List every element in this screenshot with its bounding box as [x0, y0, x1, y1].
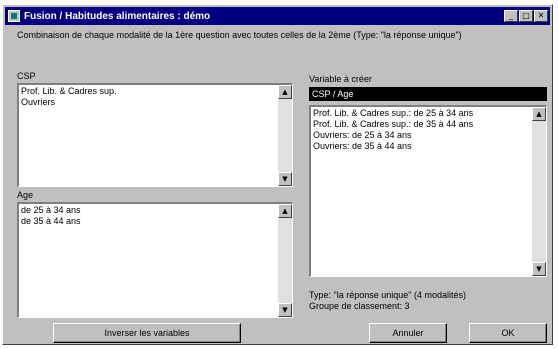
window-title: Fusion / Habitudes alimentaires : démo [24, 10, 211, 22]
scroll-up-icon[interactable]: ▲ [532, 107, 546, 121]
age-listbox[interactable]: de 25 à 34 ans de 35 à 44 ans ▲ ▼ [17, 202, 293, 318]
age-items: de 25 à 34 ans de 35 à 44 ans [21, 205, 276, 227]
cancel-button[interactable]: Annuler [369, 323, 447, 343]
list-item[interactable]: Ouvriers: de 35 à 44 ans [313, 141, 530, 152]
age-scrollbar[interactable]: ▲ ▼ [278, 204, 292, 317]
app-icon [8, 10, 20, 22]
list-item[interactable]: Prof. Lib. & Cadres sup.: de 35 à 44 ans [313, 119, 530, 130]
csp-scrollbar[interactable]: ▲ ▼ [278, 85, 292, 186]
instruction-text: Combinaison de chaque modalité de la 1èr… [17, 30, 462, 40]
age-label: Age [17, 190, 34, 200]
result-items: Prof. Lib. & Cadres sup.: de 25 à 34 ans… [313, 108, 530, 152]
scroll-down-icon[interactable]: ▼ [532, 262, 546, 276]
list-item[interactable]: Ouvriers: de 25 à 34 ans [313, 130, 530, 141]
variable-name-field[interactable]: CSP / Age [309, 87, 547, 101]
scroll-up-icon[interactable]: ▲ [278, 204, 292, 218]
result-label: Variable à créer [309, 74, 372, 84]
list-item[interactable]: Ouvriers [21, 97, 276, 108]
invert-variables-button[interactable]: Inverser les variables [53, 323, 241, 343]
list-item[interactable]: Prof. Lib. & Cadres sup.: de 25 à 34 ans [313, 108, 530, 119]
scroll-up-icon[interactable]: ▲ [278, 85, 292, 99]
type-info: Type: "la réponse unique" (4 modalités) [309, 290, 466, 300]
variable-info: Type: "la réponse unique" (4 modalités) … [309, 290, 466, 312]
scroll-down-icon[interactable]: ▼ [278, 303, 292, 317]
result-listbox[interactable]: Prof. Lib. & Cadres sup.: de 25 à 34 ans… [309, 105, 547, 277]
close-button[interactable]: ✕ [534, 10, 548, 22]
csp-listbox[interactable]: Prof. Lib. & Cadres sup. Ouvriers ▲ ▼ [17, 83, 293, 187]
window-controls: _ □ ✕ [504, 10, 548, 22]
csp-label: CSP [17, 71, 36, 81]
csp-items: Prof. Lib. & Cadres sup. Ouvriers [21, 86, 276, 108]
list-item[interactable]: Prof. Lib. & Cadres sup. [21, 86, 276, 97]
list-item[interactable]: de 25 à 34 ans [21, 205, 276, 216]
scroll-down-icon[interactable]: ▼ [278, 172, 292, 186]
title-bar[interactable]: Fusion / Habitudes alimentaires : démo _… [5, 7, 550, 25]
group-info: Groupe de classement: 3 [309, 301, 410, 311]
result-scrollbar[interactable]: ▲ ▼ [532, 107, 546, 276]
fusion-dialog: Fusion / Habitudes alimentaires : démo _… [2, 4, 553, 345]
maximize-button[interactable]: □ [519, 10, 533, 22]
list-item[interactable]: de 35 à 44 ans [21, 216, 276, 227]
minimize-button[interactable]: _ [504, 10, 518, 22]
ok-button[interactable]: OK [469, 323, 547, 343]
